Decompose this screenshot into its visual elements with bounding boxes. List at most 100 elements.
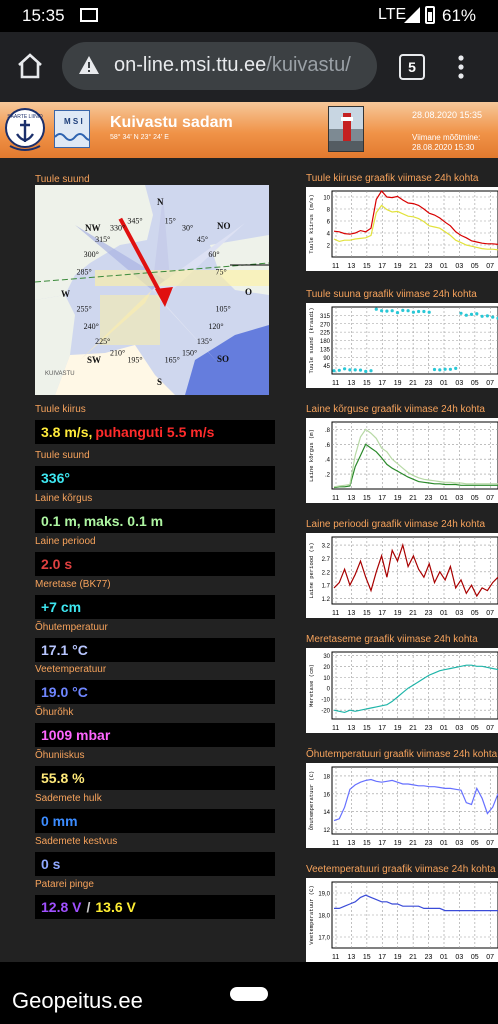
x-tick-label: 21 [409,610,417,617]
browser-toolbar: on-line.msi.ttu.ee/kuivastu/ 5 [0,32,498,102]
reading-label: Patarei pinge [35,879,94,890]
y-tick-label: -10 [321,698,330,704]
compass-degree-label: 210° [110,348,125,357]
y-tick-label: 6 [327,220,331,226]
x-tick-label: 13 [347,954,355,961]
y-tick-label: 12 [323,828,330,834]
dir-label-n: N [157,197,164,207]
y-tick-label: 19,0 [318,892,330,898]
reading-value: 0 s [41,856,61,872]
station-photo[interactable] [328,106,364,152]
compass-degree-label: 45° [197,235,208,244]
y-tick-label: 180 [320,339,331,345]
home-gesture-pill[interactable] [230,987,268,1001]
y-axis-label: Õhutemperatuur (C) [308,771,315,830]
x-tick-label: 23 [425,380,433,387]
reading-value: 0.1 m, [41,513,81,529]
warning-icon[interactable] [78,55,100,75]
x-tick-label: 13 [347,495,355,502]
y-tick-label: 8 [327,208,331,214]
dir-label-s: S [157,377,162,387]
dir-label-ne: NO [217,221,231,231]
plot-area [331,421,498,490]
y-tick-label: .2 [325,473,331,479]
chart-title: Tuule kiiruse graafik viimase 24h kohta [306,173,479,184]
compass-degree-label: 285° [77,267,92,276]
x-tick-label: 05 [471,725,479,732]
overflow-menu-icon[interactable] [456,54,466,80]
data-point [459,311,463,315]
compass-degree-label: 345° [127,217,142,226]
url-text[interactable]: on-line.msi.ttu.ee/kuivastu/ [114,54,351,77]
saarte-liinid-logo[interactable]: SAARTE LIINID [4,106,46,154]
reading-value: 55.8 % [41,770,85,786]
tab-switcher-button[interactable]: 5 [399,54,425,80]
x-tick-label: 11 [332,725,339,732]
chart-4: 11 13 15 17 19 21 23 01 03 05 07 -20 -10 0 10 20 30 Meret… [306,648,498,733]
compass-degree-label: 300° [84,250,99,259]
x-tick-label: 17 [378,263,386,270]
y-tick-label: 16 [323,792,330,798]
x-tick-label: 15 [363,495,371,502]
x-tick-label: 03 [455,725,463,732]
y-tick-label: 20 [323,665,330,671]
mail-icon [80,8,98,22]
data-point [374,307,378,311]
y-tick-label: 135 [320,347,331,353]
y-tick-label: 225 [320,331,331,337]
plot-area [331,651,498,720]
chart-2: 11 13 15 17 19 21 23 01 03 05 07 .2 .4 .6 .8 Laine kõrg… [306,418,498,503]
x-tick-label: 17 [378,954,386,961]
reading-value-box: +7 cm [35,595,275,619]
x-tick-label: 15 [363,840,371,847]
dir-label-w: W [61,289,70,299]
chart-0: 11 13 15 17 19 21 23 01 03 05 07 2 4 6 8 10 Tuule kiirus… [306,187,498,271]
data-point [432,367,437,372]
data-point [401,308,405,312]
reading-value: 3.8 m/s, [41,424,93,440]
home-icon[interactable] [16,52,44,80]
x-tick-label: 07 [486,840,494,847]
reading-label: Tuule kiirus [35,404,86,415]
x-tick-label: 07 [486,610,494,617]
x-tick-label: 19 [394,610,402,617]
reading-value: 1009 mbar [41,727,111,743]
reading-value-box: 0.1 m, maks. 0.1 m [35,509,275,533]
y-axis-label: Tuule suund (kraadi) [308,307,315,373]
compass-degree-label: 195° [127,356,142,365]
compass-degree-label: 30° [182,224,193,233]
reading-value: 19.0 °C [41,684,88,700]
data-point [469,312,474,316]
last-measurement-label: Viimane mõõtmine: [412,133,481,142]
x-tick-label: 15 [363,610,371,617]
x-tick-label: 03 [455,263,463,270]
reading-value-secondary: puhanguti 5.5 m/s [95,424,215,440]
chart-title: Laine perioodi graafik viimase 24h kohta [306,519,485,530]
dir-label-sw: SW [87,355,101,365]
compass-degree-label: 225° [95,337,110,346]
chart-title: Laine kõrguse graafik viimase 24h kohta [306,404,485,415]
y-tick-label: 10 [323,676,330,682]
x-tick-label: 03 [455,495,463,502]
network-type: LTE [378,6,407,23]
y-axis-label: Veetemperatuur (C) [308,885,315,944]
reading-label: Laine kõrgus [35,493,93,504]
y-tick-label: 2.2 [322,570,331,576]
reading-value: 2.0 s [41,556,73,572]
reading-label: Veetemperatuur [35,664,107,675]
x-tick-label: 03 [455,954,463,961]
reading-value-box: 3.8 m/s, puhanguti 5.5 m/s [35,420,275,444]
reading-label: Meretase (BK77) [35,579,111,590]
y-tick-label: .4 [325,458,331,464]
address-bar[interactable]: on-line.msi.ttu.ee/kuivastu/ [62,42,377,90]
reading-value-box: 2.0 s [35,552,275,576]
y-axis-label: Meretase (cm) [308,664,315,707]
msi-logo[interactable]: M S I [54,110,90,148]
x-tick-label: 05 [471,954,479,961]
reading-label: Sademete hulk [35,793,102,804]
dir-label-e: O [245,287,252,297]
reading-label: Õhuniiskus [35,750,85,761]
x-tick-label: 11 [332,610,339,617]
x-tick-label: 01 [440,954,448,961]
reading-value: 0 mm [41,813,78,829]
